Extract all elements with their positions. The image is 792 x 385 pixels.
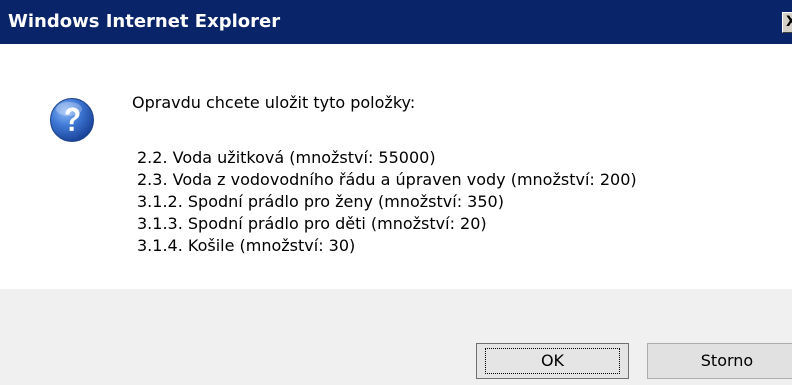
focus-rect xyxy=(485,348,620,374)
title-bar: Windows Internet Explorer X xyxy=(0,0,792,44)
item-list: 2.2. Voda užitková (množství: 55000) 2.3… xyxy=(137,147,637,257)
dialog-message: Opravdu chcete uložit tyto položky: xyxy=(132,93,416,112)
list-item: 3.1.4. Košile (množství: 30) xyxy=(137,236,356,255)
window-title: Windows Internet Explorer xyxy=(8,11,281,32)
ok-button[interactable]: OK xyxy=(476,343,629,379)
cancel-button-label: Storno xyxy=(700,351,754,370)
list-item: 2.2. Voda užitková (množství: 55000) xyxy=(137,148,436,167)
list-item: 3.1.3. Spodní prádlo pro děti (množství:… xyxy=(137,214,487,233)
close-icon: X xyxy=(786,14,792,30)
close-button[interactable]: X xyxy=(782,12,792,33)
question-icon xyxy=(50,98,94,142)
list-item: 3.1.2. Spodní prádlo pro ženy (množství:… xyxy=(137,192,504,211)
cancel-button[interactable]: Storno xyxy=(647,343,792,379)
list-item: 2.3. Voda z vodovodního řádu a úpraven v… xyxy=(137,170,637,189)
